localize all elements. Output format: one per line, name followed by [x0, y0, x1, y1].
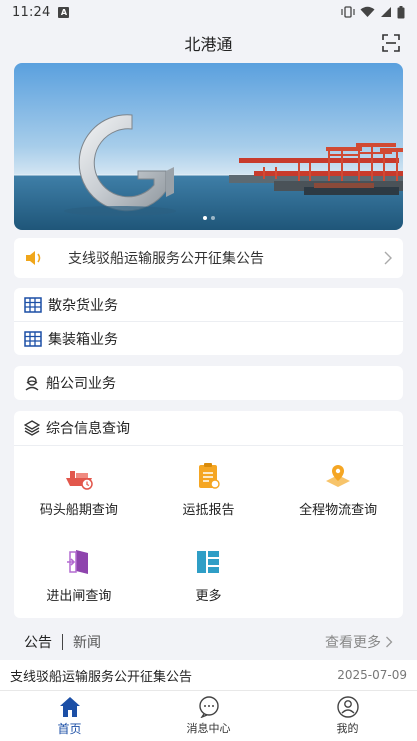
news-date: 2025-07-09 — [337, 668, 407, 682]
business-item-container[interactable]: 集装箱业务 — [14, 322, 403, 355]
grid-icon — [24, 296, 42, 313]
tab-news[interactable]: 新闻 — [73, 632, 101, 652]
query-item-berth-schedule[interactable]: 码头船期查询 — [14, 446, 144, 532]
tab-home[interactable]: 首页 — [0, 691, 139, 741]
notice-text: 支线驳船运输服务公开征集公告 — [68, 251, 264, 267]
status-bar: 11:24 A — [0, 0, 417, 24]
grid-icon — [24, 330, 42, 347]
tab-messages[interactable]: 消息中心 — [139, 691, 278, 741]
tab-profile[interactable]: 我的 — [278, 691, 417, 741]
person-icon — [25, 376, 39, 391]
query-item-arrival-report[interactable]: 运抵报告 — [144, 446, 274, 532]
notification-icon: A — [58, 6, 70, 18]
shipping-card: 船公司业务 — [14, 366, 403, 400]
status-icons — [341, 5, 405, 19]
view-more-label: 查看更多 — [325, 635, 381, 651]
query-item-gate[interactable]: 进出闸查询 — [14, 532, 144, 618]
business-item-shipping[interactable]: 船公司业务 — [14, 366, 403, 400]
vibrate-icon — [341, 6, 355, 18]
business-label: 散杂货业务 — [48, 297, 118, 314]
battery-icon — [397, 5, 405, 18]
profile-icon — [336, 696, 359, 718]
home-icon — [59, 696, 80, 717]
section-title: 综合信息查询 — [46, 421, 130, 437]
tab-announcement[interactable]: 公告 — [24, 632, 52, 652]
query-label: 更多 — [195, 588, 222, 604]
tab-label: 消息中心 — [186, 722, 231, 735]
business-item-bulk[interactable]: 散杂货业务 — [14, 288, 403, 321]
carousel-dots — [14, 216, 403, 220]
more-icon — [197, 550, 220, 573]
scan-icon[interactable] — [381, 33, 401, 53]
news-tabs: 公告 新闻 查看更多 — [0, 624, 417, 660]
business-label: 船公司业务 — [46, 376, 116, 392]
bottom-tab-bar: 首页 消息中心 我的 — [0, 690, 417, 741]
message-icon — [198, 696, 219, 718]
app-header: 北港通 — [0, 24, 417, 62]
location-icon — [326, 464, 351, 487]
query-item-more[interactable]: 更多 — [144, 532, 274, 618]
tab-separator — [62, 634, 63, 650]
carousel-dot — [202, 216, 207, 220]
layers-icon — [24, 420, 40, 436]
tab-label: 首页 — [57, 721, 82, 736]
banner-image — [14, 63, 403, 230]
news-list-item[interactable]: 支线驳船运输服务公开征集公告 2025-07-09 — [0, 660, 417, 690]
business-label: 集装箱业务 — [48, 331, 118, 348]
gate-icon — [66, 549, 88, 574]
carousel-dot — [210, 216, 215, 220]
query-item-logistics[interactable]: 全程物流查询 — [273, 446, 403, 532]
query-label: 码头船期查询 — [39, 502, 118, 518]
banner-carousel[interactable] — [14, 63, 403, 230]
query-label: 全程物流查询 — [299, 502, 378, 518]
chevron-right-icon — [386, 636, 393, 648]
query-label: 运抵报告 — [182, 502, 235, 518]
query-label: 进出闸查询 — [46, 588, 112, 604]
query-grid: 码头船期查询 运抵报告 全程物流查询 进出闸查询 更多 — [14, 446, 403, 618]
signal-icon — [381, 7, 391, 17]
page-title: 北港通 — [184, 35, 233, 54]
news-title: 支线驳船运输服务公开征集公告 — [10, 669, 193, 685]
notice-bar[interactable]: 支线驳船运输服务公开征集公告 — [14, 238, 403, 278]
view-more-link[interactable]: 查看更多 — [325, 632, 393, 652]
status-time: 11:24 — [12, 4, 51, 20]
speaker-icon — [26, 251, 41, 265]
chevron-right-icon — [384, 251, 392, 265]
info-query-header: 综合信息查询 — [14, 411, 403, 445]
wifi-icon — [360, 6, 375, 17]
business-card: 散杂货业务 集装箱业务 — [14, 288, 403, 355]
tab-label: 我的 — [336, 722, 359, 735]
ship-icon — [65, 470, 93, 490]
info-query-card: 综合信息查询 码头船期查询 运抵报告 全程物流查询 进出闸查询 更多 — [14, 411, 403, 618]
report-icon — [199, 462, 221, 489]
